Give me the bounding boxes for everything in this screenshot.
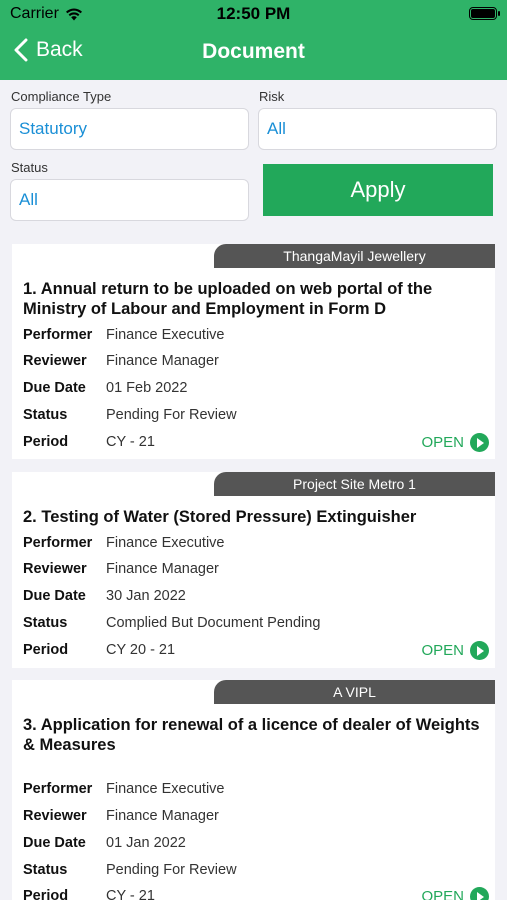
due-date-value: 01 Jan 2022: [106, 835, 186, 851]
open-button[interactable]: OPEN: [421, 887, 489, 900]
open-button[interactable]: OPEN: [421, 641, 489, 660]
performer-value: Finance Executive: [106, 535, 225, 551]
status-filter-label: Status: [11, 160, 48, 175]
status-bar: Carrier 12:50 PM: [0, 0, 507, 28]
period-label: Period: [23, 642, 69, 658]
reviewer-label: Reviewer: [23, 561, 87, 577]
performer-label: Performer: [23, 781, 93, 797]
chevron-right-icon: [470, 887, 489, 900]
reviewer-value: Finance Manager: [106, 353, 219, 369]
period-label: Period: [23, 434, 69, 450]
reviewer-label: Reviewer: [23, 808, 87, 824]
top-bar: Carrier 12:50 PM Back Document: [0, 0, 507, 80]
chevron-right-icon: [470, 641, 489, 660]
card-title: 3. Application for renewal of a licence …: [23, 716, 480, 754]
status-filter-value: All: [19, 190, 38, 209]
open-button[interactable]: OPEN: [421, 433, 489, 452]
due-date-value: 01 Feb 2022: [106, 380, 188, 396]
period-label: Period: [23, 888, 69, 900]
performer-value: Finance Executive: [106, 327, 225, 343]
status-select[interactable]: All: [10, 179, 249, 221]
risk-select[interactable]: All: [258, 108, 497, 150]
battery-icon: [469, 7, 500, 20]
page-title: Document: [202, 40, 305, 63]
filter-panel: Compliance Type Statutory Risk All Statu…: [0, 80, 507, 240]
risk-label: Risk: [259, 89, 285, 104]
due-date-label: Due Date: [23, 835, 86, 851]
open-label: OPEN: [421, 888, 464, 900]
status-value: Pending For Review: [106, 407, 237, 423]
compliance-card: A VIPL 3. Application for renewal of a l…: [12, 680, 495, 900]
period-value: CY - 21: [106, 888, 155, 900]
due-date-label: Due Date: [23, 380, 86, 396]
due-date-label: Due Date: [23, 588, 86, 604]
compliance-type-label: Compliance Type: [11, 89, 112, 104]
compliance-card: Project Site Metro 1 2. Testing of Water…: [12, 472, 495, 668]
card-title: 2. Testing of Water (Stored Pressure) Ex…: [23, 508, 417, 526]
open-label: OPEN: [421, 434, 464, 451]
navigation-bar: Back Document: [0, 28, 507, 80]
performer-label: Performer: [23, 535, 93, 551]
compliance-type-value: Statutory: [19, 119, 88, 138]
performer-value: Finance Executive: [106, 781, 225, 797]
status-label: Status: [23, 615, 68, 631]
due-date-value: 30 Jan 2022: [106, 588, 186, 604]
reviewer-value: Finance Manager: [106, 561, 219, 577]
status-label: Status: [23, 862, 68, 878]
status-value: Pending For Review: [106, 862, 237, 878]
entity-tag: ThangaMayil Jewellery: [214, 244, 495, 268]
period-value: CY 20 - 21: [106, 642, 176, 658]
risk-value: All: [267, 119, 286, 138]
reviewer-label: Reviewer: [23, 353, 87, 369]
status-value: Complied But Document Pending: [106, 615, 321, 631]
clock: 12:50 PM: [216, 4, 291, 23]
compliance-type-select[interactable]: Statutory: [10, 108, 249, 150]
entity-tag: Project Site Metro 1: [214, 472, 495, 496]
open-label: OPEN: [421, 642, 464, 659]
apply-button[interactable]: Apply: [263, 164, 493, 216]
entity-tag: A VIPL: [214, 680, 495, 704]
card-title: 1. Annual return to be uploaded on web p…: [23, 280, 433, 318]
performer-label: Performer: [23, 327, 93, 343]
compliance-card: ThangaMayil Jewellery 1. Annual return t…: [12, 244, 495, 459]
status-label: Status: [23, 407, 68, 423]
period-value: CY - 21: [106, 434, 155, 450]
reviewer-value: Finance Manager: [106, 808, 219, 824]
chevron-right-icon: [470, 433, 489, 452]
